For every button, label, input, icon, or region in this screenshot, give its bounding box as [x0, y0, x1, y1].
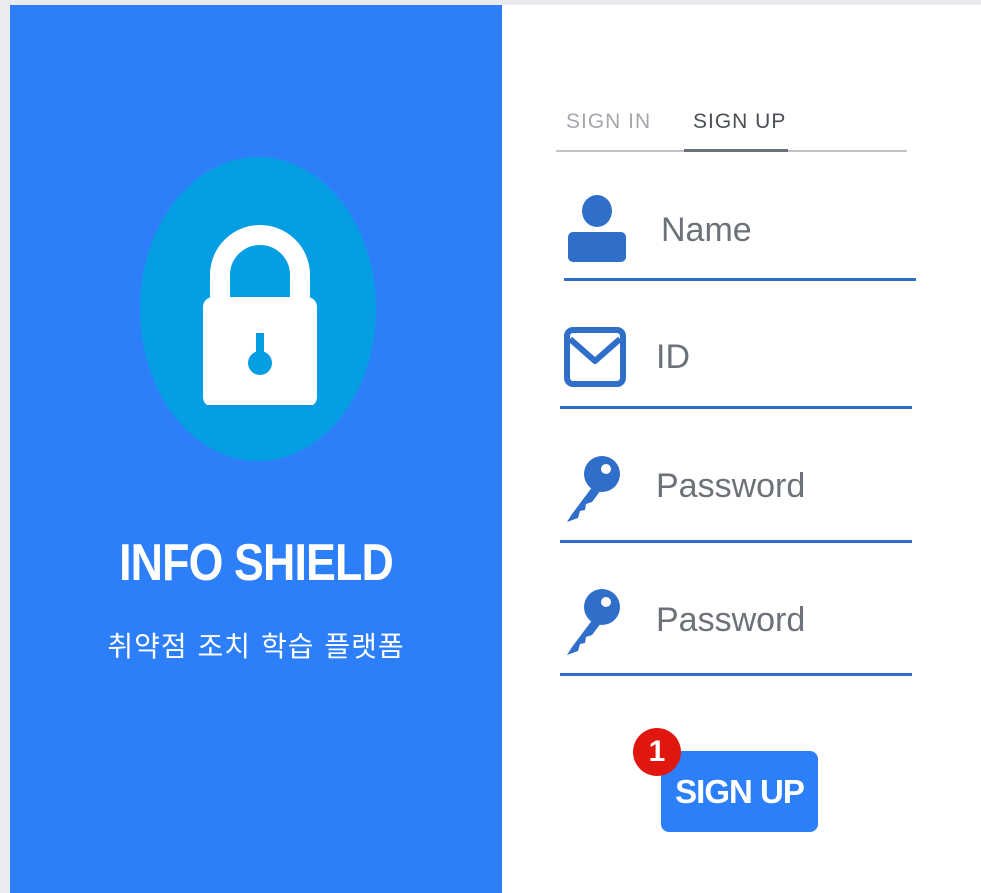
id-field[interactable]: ID	[560, 322, 912, 409]
password-underline	[560, 540, 912, 543]
envelope-icon	[564, 327, 626, 387]
name-field[interactable]: Name	[564, 190, 916, 281]
password-placeholder: Password	[656, 467, 806, 505]
key-icon	[567, 456, 620, 522]
sign-up-button[interactable]: SIGN UP	[661, 751, 818, 832]
name-underline	[564, 278, 916, 281]
left-border	[0, 0, 10, 893]
lock-badge	[140, 157, 376, 461]
step-marker-badge: 1	[633, 728, 681, 776]
password-confirm-field[interactable]: Password	[560, 583, 912, 676]
tab-sign-in[interactable]: SIGN IN	[566, 110, 651, 134]
active-tab-indicator	[684, 149, 788, 152]
brand-panel: INFO SHIELD 취약점 조치 학습 플랫폼	[10, 5, 502, 893]
tab-sign-up[interactable]: SIGN UP	[693, 110, 786, 134]
auth-tabs: SIGN IN SIGN UP	[556, 104, 907, 152]
user-icon	[568, 195, 626, 262]
app-subtitle: 취약점 조치 학습 플랫폼	[107, 630, 405, 663]
key-icon	[567, 589, 620, 655]
password-confirm-underline	[560, 673, 912, 676]
name-placeholder: Name	[661, 211, 752, 249]
password-field[interactable]: Password	[560, 450, 912, 543]
password-confirm-placeholder: Password	[656, 601, 806, 639]
id-placeholder: ID	[656, 338, 690, 376]
id-underline	[560, 406, 912, 409]
app-title: INFO SHIELD	[119, 534, 394, 592]
lock-icon	[203, 225, 317, 405]
